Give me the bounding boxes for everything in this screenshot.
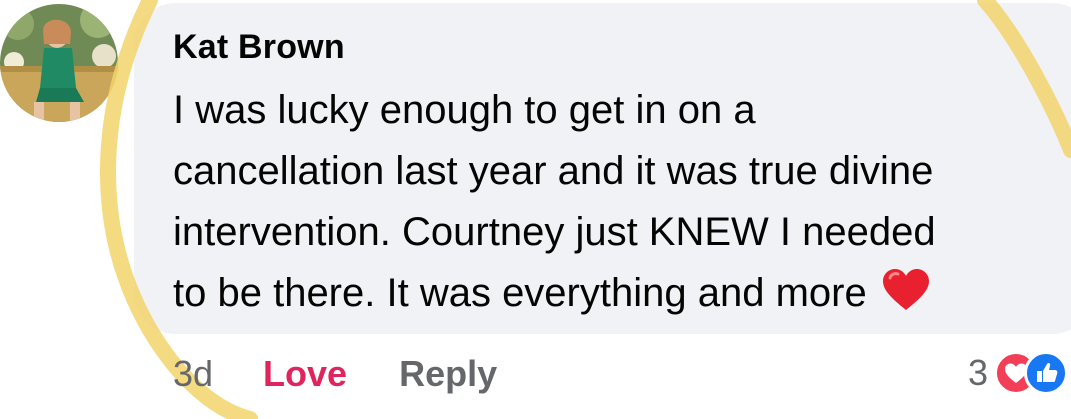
author-name[interactable]: Kat Brown [173, 28, 345, 67]
avatar[interactable] [0, 4, 118, 122]
comment-actions: 3d Love Reply [173, 352, 497, 396]
comment-line: to be there. It was everything and more [173, 271, 867, 315]
comment-line: intervention. Courtney just KNEW I neede… [173, 210, 936, 254]
profile-photo [0, 4, 118, 122]
comment-line: cancellation last year and it was true d… [173, 149, 934, 193]
like-reaction-icon [1024, 351, 1069, 395]
comment-line: I was lucky enough to get in on a [173, 88, 756, 132]
comment-text: I was lucky enough to get in on a cancel… [173, 80, 1071, 330]
reply-button[interactable]: Reply [399, 353, 497, 395]
reaction-summary[interactable]: 3 [968, 348, 1069, 398]
facebook-comment: Kat Brown I was lucky enough to get in o… [0, 0, 1071, 419]
love-button[interactable]: Love [263, 353, 347, 395]
timestamp[interactable]: 3d [173, 353, 213, 395]
red-heart-icon [881, 268, 931, 330]
comment-line-with-emoji: to be there. It was everything and more [173, 263, 1071, 330]
reaction-count: 3 [968, 352, 989, 393]
